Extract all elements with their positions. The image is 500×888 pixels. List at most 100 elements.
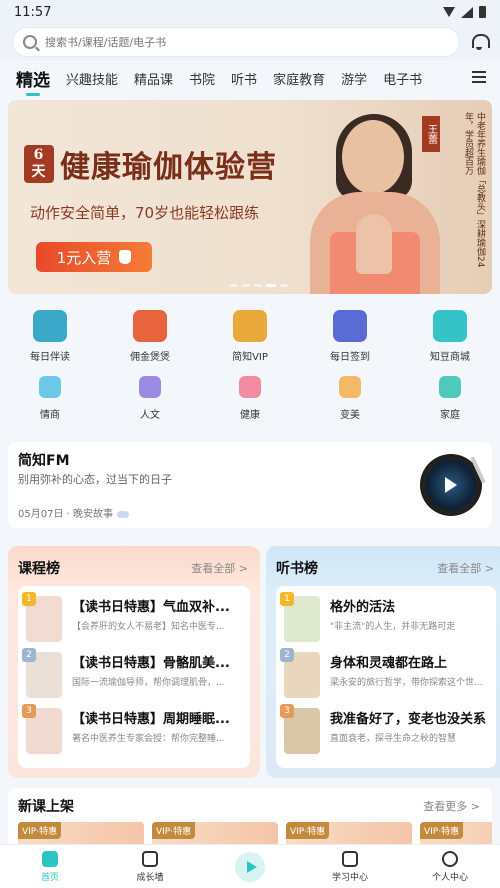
tonearm-icon <box>470 456 486 484</box>
rank-number-badge: 1 <box>280 592 294 606</box>
search-icon <box>23 35 37 49</box>
daily-reading-icon <box>33 310 67 342</box>
new-course-card[interactable]: VIP·特惠 <box>18 822 144 844</box>
fm-title: 简知FM <box>18 453 70 469</box>
rank-item[interactable]: 3 我准备好了，变老也没关系直面衰老，探寻生命之秋的智慧 <box>280 704 488 762</box>
rank-thumbnail: 2 <box>22 648 62 698</box>
rank-thumbnail: 3 <box>280 704 320 754</box>
tabbar-play[interactable] <box>220 851 280 882</box>
rank-item[interactable]: 2 【读书日特惠】骨骼肌美... 国际一流瑜伽导师，帮你调理肌骨，... <box>22 648 242 706</box>
audio-rank-list: 1 格外的活法 "非主流"的人生，并非无路可走 2 身体和灵魂都在路上梁永安的旅行哲学，… <box>276 586 496 768</box>
rank-item[interactable]: 1 格外的活法 "非主流"的人生，并非无路可走 <box>280 592 488 650</box>
fm-date: 05月07日 · 晚安故事 <box>18 505 129 520</box>
grid-item-label: 人文 <box>140 410 160 421</box>
tab-audiobook[interactable]: 听书 <box>231 69 257 88</box>
instructor-name-badge: 王蕾 <box>422 116 440 152</box>
rank-number-badge: 3 <box>22 704 36 718</box>
grid-item-daily-checkin[interactable]: 每日签到 <box>310 310 390 372</box>
audio-rank-more-link[interactable]: 查看全部 > <box>437 560 494 576</box>
grid-item-health[interactable]: 健康 <box>210 376 290 432</box>
status-time: 11:57 <box>14 4 52 20</box>
tabbar-learning-center-label: 学习中心 <box>331 872 368 883</box>
days-badge: 6 天 <box>24 145 54 183</box>
pointer-hand-icon <box>119 250 132 264</box>
tabbar-home[interactable]: 首页 <box>20 850 80 883</box>
grid-item-daily-reading[interactable]: 每日伴读 <box>10 310 90 372</box>
course-rank-list: 1 【读书日特惠】气血双补... 【会养肝的女人不易老】知名中医专... 2 【读书日特… <box>18 586 250 768</box>
new-course-card[interactable]: VIP·特惠 <box>152 822 278 844</box>
new-course-card[interactable]: VIP·特惠 <box>420 822 492 844</box>
humanities-icon <box>139 376 161 398</box>
grid-item-label: 每日签到 <box>330 352 370 363</box>
rank-item-title: 我准备好了，变老也没关系 <box>330 712 487 727</box>
rank-item[interactable]: 2 身体和灵魂都在路上梁永安的旅行哲学，带你探索这个世... <box>280 648 488 706</box>
commission-icon <box>133 310 167 342</box>
grid-item-vip[interactable]: 简知VIP <box>210 310 290 372</box>
grid-item-label: 每日伴读 <box>30 352 70 363</box>
new-courses-more-link[interactable]: 查看更多 > <box>423 798 480 814</box>
rank-item-desc: 直面衰老，探寻生命之秋的智慧 <box>330 734 457 744</box>
tab-study-tour[interactable]: 游学 <box>341 69 367 88</box>
grid-item-family[interactable]: 家庭 <box>410 376 490 432</box>
category-tabs: 精选 兴趣技能 精品课 书院 听书 家庭教育 游学 电子书 <box>0 62 500 96</box>
grid-item-shop[interactable]: 知豆商城 <box>410 310 490 372</box>
tab-featured[interactable]: 精选 <box>16 66 50 96</box>
fm-record-disc[interactable] <box>420 454 486 516</box>
grid-item-label: 简知VIP <box>232 352 268 363</box>
grid-item-commission[interactable]: 佣金煲煲 <box>110 310 190 372</box>
search-input[interactable] <box>45 35 449 49</box>
daily-checkin-icon <box>333 310 367 342</box>
tab-premium-course[interactable]: 精品课 <box>134 69 173 88</box>
tab-skills[interactable]: 兴趣技能 <box>66 69 118 88</box>
rank-item-title: 【读书日特惠】周期睡眠... <box>72 712 230 727</box>
menu-icon[interactable] <box>472 71 486 83</box>
grid-item-beauty[interactable]: 变美 <box>310 376 390 432</box>
rank-item-desc: "非主流"的人生，并非无路可走 <box>330 622 456 632</box>
fm-date-text: 05月07日 · 晚安故事 <box>18 509 113 520</box>
play-button[interactable] <box>235 851 265 882</box>
tabbar-learning-center[interactable]: 学习中心 <box>320 850 380 883</box>
hashtag-icon <box>142 850 158 867</box>
grid-item-label: 健康 <box>240 410 260 421</box>
new-courses-section: 新课上架 查看更多 > VIP·特惠 VIP·特惠 VIP·特惠 VIP·特惠 <box>8 788 492 844</box>
rank-item-desc: 【会养肝的女人不易老】知名中医专... <box>72 622 225 632</box>
rank-number-badge: 3 <box>280 704 294 718</box>
tab-academy[interactable]: 书院 <box>189 69 215 88</box>
join-camp-button[interactable]: 1元入营 <box>36 242 152 272</box>
rank-item[interactable]: 3 【读书日特惠】周期睡眠... 著名中医养生专家会授：帮你完整睡... <box>22 704 242 762</box>
grid-item-humanities[interactable]: 人文 <box>110 376 190 432</box>
fm-subtitle: 别用弥补的心态，过当下的日子 <box>18 473 172 486</box>
rank-item-title: 【读书日特惠】骨骼肌美... <box>72 656 230 671</box>
rank-number-badge: 2 <box>22 648 36 662</box>
grid-item-label: 家庭 <box>440 410 460 421</box>
rank-number-badge: 1 <box>22 592 36 606</box>
rank-item-desc: 著名中医养生专家会授：帮你完整睡... <box>72 734 225 744</box>
tab-family-education[interactable]: 家庭教育 <box>273 69 325 88</box>
grid-item-label: 情商 <box>40 410 60 421</box>
course-rank-title: 课程榜 <box>18 561 60 577</box>
tabbar-profile[interactable]: 个人中心 <box>420 850 480 883</box>
tabbar-growth-wall[interactable]: 成长墙 <box>120 850 180 883</box>
search-box[interactable] <box>12 27 460 57</box>
rank-item-title: 格外的活法 <box>330 600 396 615</box>
vip-badge: VIP·特惠 <box>18 822 62 839</box>
vip-icon <box>233 310 267 342</box>
rank-item[interactable]: 1 【读书日特惠】气血双补... 【会养肝的女人不易老】知名中医专... <box>22 592 242 650</box>
rank-item-title: 身体和灵魂都在路上 <box>330 656 448 671</box>
rank-item-desc: 梁永安的旅行哲学，带你探索这个世... <box>330 678 483 688</box>
moon-cloud-icon <box>117 510 129 518</box>
days-number: 6 <box>33 147 45 163</box>
new-courses-title: 新课上架 <box>18 799 74 815</box>
play-icon <box>445 477 457 493</box>
rank-number-badge: 2 <box>280 648 294 662</box>
grid-item-emotional-intelligence[interactable]: 情商 <box>10 376 90 432</box>
new-course-card[interactable]: VIP·特惠 <box>286 822 412 844</box>
bell-icon[interactable] <box>470 33 490 51</box>
tab-ebook[interactable]: 电子书 <box>383 69 422 88</box>
tabbar-home-label: 首页 <box>40 872 59 883</box>
shop-icon <box>433 310 467 342</box>
promo-banner[interactable]: 6 天 健康瑜伽体验营 动作安全简单，70岁也能轻松跟练 1元入营 王蕾 中老年… <box>8 100 492 294</box>
days-unit: 天 <box>31 164 47 180</box>
fm-card[interactable]: 简知FM 别用弥补的心态，过当下的日子 05月07日 · 晚安故事 <box>8 442 492 528</box>
course-rank-more-link[interactable]: 查看全部 > <box>191 560 248 576</box>
